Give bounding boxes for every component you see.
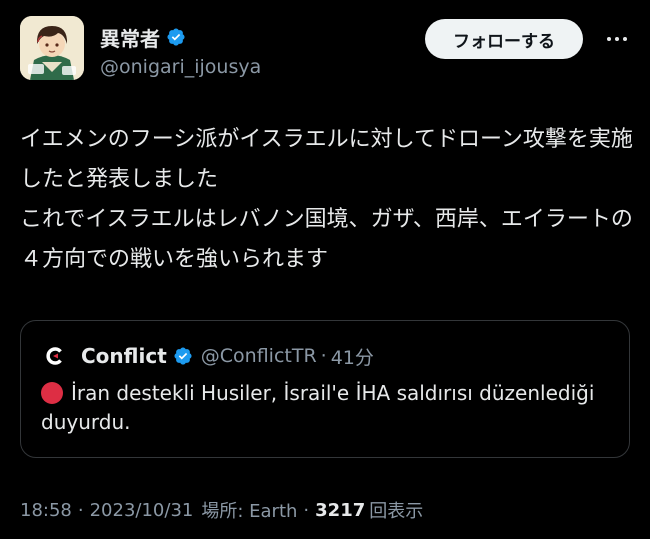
tweet-metadata: 18:58 · 2023/10/31 場所: Earth · 3217 回表示 [20, 497, 423, 523]
separator-dot: · [303, 499, 310, 521]
tweet-date[interactable]: 2023/10/31 [90, 500, 194, 521]
verified-badge-icon [174, 347, 192, 365]
quoted-author-handle[interactable]: @ConflictTR [201, 345, 317, 367]
author-avatar[interactable] [20, 16, 84, 80]
tweet-text: イエメンのフーシ派がイスラエルに対してドローン攻撃を実施したと発表しました これ… [20, 127, 633, 272]
author-display-row: 異常者 [100, 23, 261, 52]
separator-dot: · [77, 499, 84, 521]
views-label: 回表示 [369, 501, 424, 522]
separator-dot: · [320, 345, 327, 367]
tweet-time[interactable]: 18:58 [20, 500, 72, 521]
views-count[interactable]: 3217 [315, 500, 365, 521]
quoted-tweet[interactable]: Conflict @ConflictTR · 41分 İran destekli… [20, 320, 630, 458]
red-circle-icon [41, 382, 63, 404]
avatar-illustration-icon [20, 16, 84, 80]
quoted-tweet-body: İran destekli Husiler, İsrail'e İHA sald… [41, 381, 595, 434]
verified-badge-icon [167, 28, 185, 46]
follow-button[interactable]: フォローする [425, 19, 583, 59]
tweet-author: 異常者 @onigari_ijousya フォローする [20, 14, 630, 86]
quoted-author-name[interactable]: Conflict [81, 344, 167, 368]
quoted-tweet-header: Conflict @ConflictTR · 41分 [41, 341, 374, 371]
conflict-logo-icon [41, 342, 69, 370]
quoted-tweet-text: İran destekli Husiler, İsrail'e İHA sald… [41, 379, 611, 437]
quoted-tweet-time[interactable]: 41分 [331, 343, 374, 370]
author-display-name[interactable]: 異常者 [100, 23, 160, 52]
ellipsis-icon[interactable] [603, 24, 630, 54]
tweet-location: 場所: Earth [201, 501, 298, 522]
author-names: 異常者 @onigari_ijousya [100, 23, 261, 79]
author-handle[interactable]: @onigari_ijousya [100, 56, 261, 78]
quoted-author-avatar[interactable] [41, 342, 69, 370]
